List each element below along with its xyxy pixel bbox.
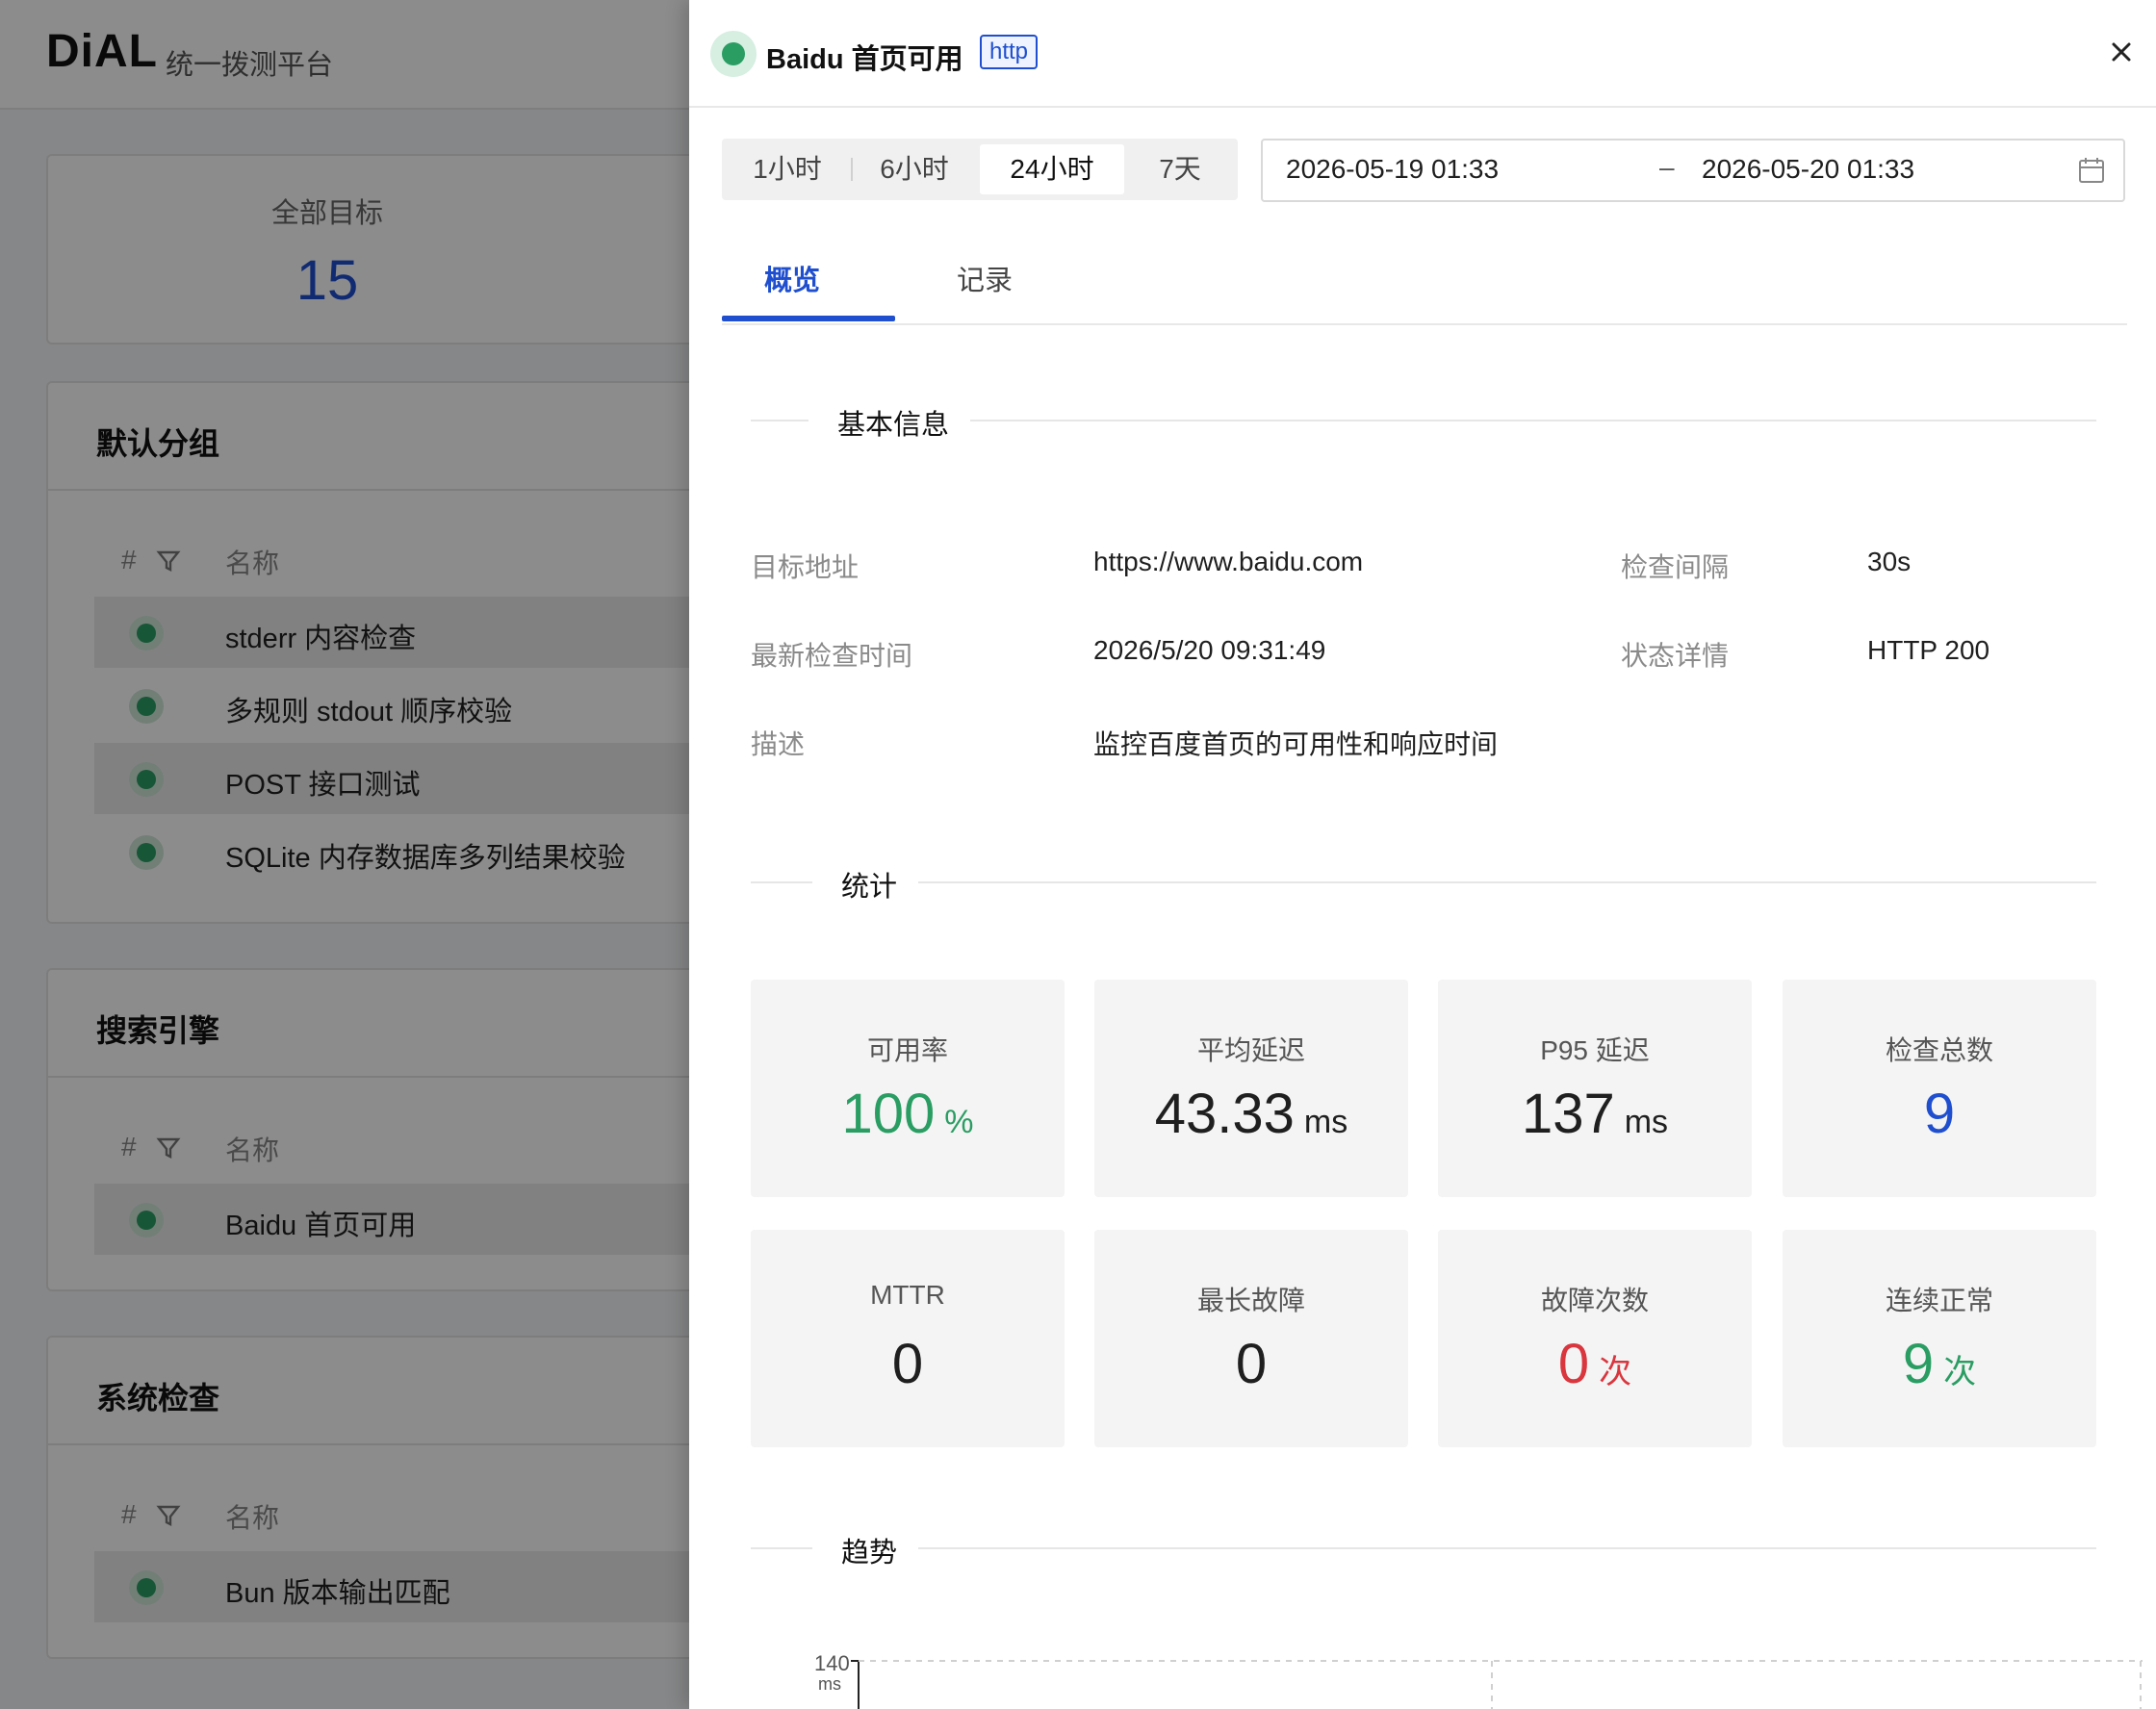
y-tick-label: 140: [814, 1651, 850, 1675]
metric-outage-count: 故障次数 0次: [1438, 1230, 1752, 1447]
metric-total-checks: 检查总数 9: [1783, 980, 2096, 1197]
range-7d[interactable]: 7天: [1132, 144, 1228, 194]
metric-mttr: MTTR 0: [751, 1230, 1065, 1447]
tab-overview[interactable]: 概览: [764, 258, 820, 298]
calendar-icon[interactable]: [2077, 156, 2106, 185]
date-start[interactable]: 2026-05-19 01:33: [1286, 154, 1499, 185]
section-basic-info: 基本信息: [751, 400, 2096, 441]
date-separator: –: [1659, 152, 1675, 182]
detail-drawer: Baidu 首页可用 http 1小时 6小时 24小时 7天 2026-05-…: [689, 0, 2156, 1709]
status-detail-label: 状态详情: [1621, 641, 1730, 671]
metric-value: 100%: [841, 1083, 974, 1145]
metric-value: 0: [891, 1333, 924, 1395]
metric-p95-latency: P95 延迟 137 ms: [1438, 980, 1752, 1197]
metric-label: MTTR: [870, 1280, 945, 1310]
metric-label: 平均延迟: [1196, 1035, 1305, 1065]
metric-label: 故障次数: [1540, 1286, 1649, 1315]
y-unit-label: ms: [818, 1674, 841, 1694]
seg-divider: [851, 158, 853, 181]
time-range-segmented: 1小时 6小时 24小时 7天: [722, 139, 1238, 200]
tab-records[interactable]: 记录: [957, 258, 1013, 298]
section-title: 基本信息: [837, 410, 950, 441]
protocol-tag: http: [980, 35, 1039, 69]
interval-label: 检查间隔: [1621, 552, 1730, 582]
description-label: 描述: [751, 729, 806, 759]
metric-value: 43.33 ms: [1154, 1083, 1348, 1145]
metric-value: 137 ms: [1521, 1083, 1669, 1145]
section-title: 统计: [841, 872, 898, 903]
metric-label: 最长故障: [1196, 1286, 1305, 1315]
interval-value: 30s: [1867, 547, 1912, 576]
drawer-tabs: 概览 记录: [722, 231, 2127, 325]
metric-label: 检查总数: [1885, 1035, 1993, 1065]
status-detail-value: HTTP 200: [1867, 635, 1990, 665]
range-1h[interactable]: 1小时: [730, 144, 845, 194]
tab-ink-bar: [722, 316, 895, 321]
status-dot: [710, 31, 757, 77]
range-6h[interactable]: 6小时: [857, 144, 972, 194]
metric-value: 9次: [1902, 1333, 1977, 1395]
metric-label: 连续正常: [1885, 1286, 1993, 1315]
target-label: 目标地址: [751, 552, 860, 582]
metric-longest-outage: 最长故障 0: [1094, 1230, 1408, 1447]
close-icon[interactable]: [2104, 35, 2139, 69]
range-24h[interactable]: 24小时: [980, 144, 1124, 194]
metric-value: 9: [1923, 1083, 1956, 1145]
metric-label: 可用率: [866, 1035, 948, 1065]
metric-availability: 可用率 100%: [751, 980, 1065, 1197]
last-check-label: 最新检查时间: [751, 641, 913, 671]
date-end[interactable]: 2026-05-20 01:33: [1702, 154, 1914, 185]
date-range-picker[interactable]: 2026-05-19 01:33 – 2026-05-20 01:33: [1261, 139, 2125, 202]
metric-avg-latency: 平均延迟 43.33 ms: [1094, 980, 1408, 1197]
description-value: 监控百度首页的可用性和响应时间: [1093, 729, 1499, 759]
drawer-title: Baidu 首页可用: [766, 44, 963, 75]
section-stats: 统计: [751, 862, 2096, 903]
metric-label: P95 延迟: [1540, 1035, 1650, 1065]
section-title: 趋势: [841, 1538, 898, 1569]
drawer-header: Baidu 首页可用 http: [689, 0, 2156, 108]
section-trend: 趋势: [751, 1528, 2096, 1569]
last-check-value: 2026/5/20 09:31:49: [1093, 635, 1326, 665]
metric-value: 0: [1235, 1333, 1268, 1395]
trend-chart: 140 ms: [814, 1651, 2143, 1709]
metric-consecutive-ok: 连续正常 9次: [1783, 1230, 2096, 1447]
target-value: https://www.baidu.com: [1093, 547, 1364, 576]
metric-value: 0次: [1557, 1333, 1632, 1395]
